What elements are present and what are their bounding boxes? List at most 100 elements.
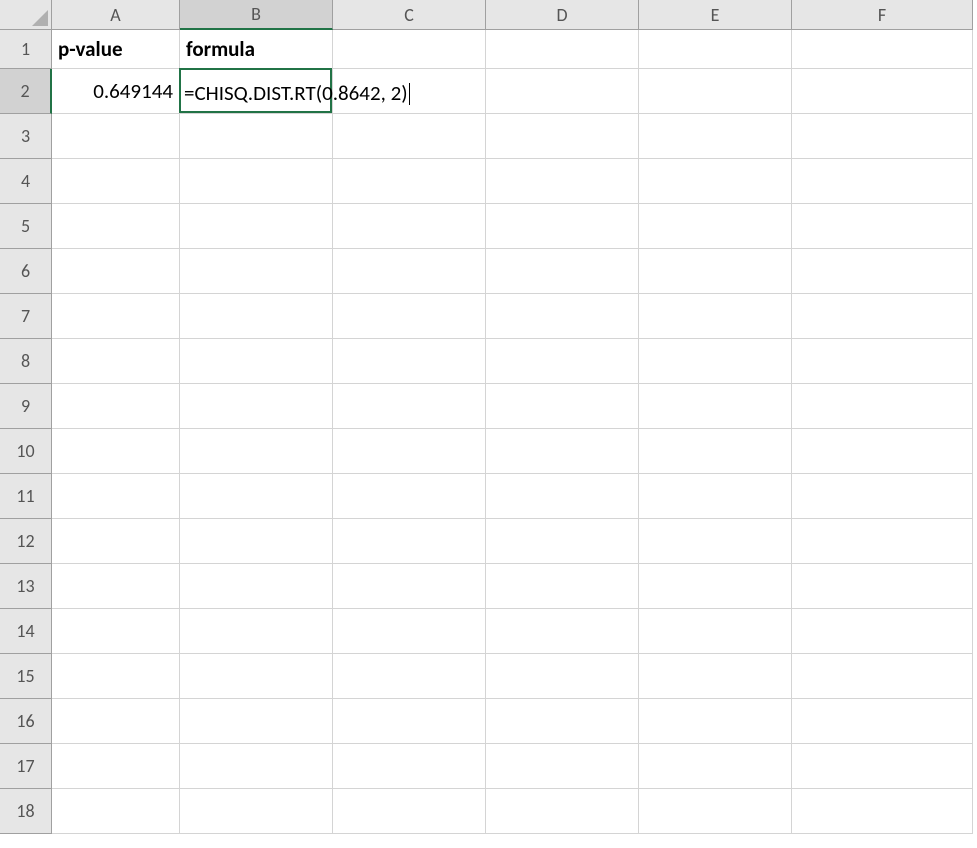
- cell-E11[interactable]: [639, 474, 792, 519]
- row-header-11[interactable]: 11: [0, 474, 52, 519]
- cell-D16[interactable]: [486, 699, 639, 744]
- cell-F5[interactable]: [792, 204, 973, 249]
- cell-D12[interactable]: [486, 519, 639, 564]
- cell-E14[interactable]: [639, 609, 792, 654]
- cell-D17[interactable]: [486, 744, 639, 789]
- cell-E10[interactable]: [639, 429, 792, 474]
- cell-E15[interactable]: [639, 654, 792, 699]
- cell-A15[interactable]: [52, 654, 180, 699]
- cell-C13[interactable]: [333, 564, 486, 609]
- cell-A18[interactable]: [52, 789, 180, 834]
- cell-F12[interactable]: [792, 519, 973, 564]
- cell-B12[interactable]: [180, 519, 333, 564]
- cell-D4[interactable]: [486, 159, 639, 204]
- cell-D7[interactable]: [486, 294, 639, 339]
- cell-F13[interactable]: [792, 564, 973, 609]
- cell-B2[interactable]: [180, 69, 333, 114]
- cell-C9[interactable]: [333, 384, 486, 429]
- cell-E16[interactable]: [639, 699, 792, 744]
- cell-C16[interactable]: [333, 699, 486, 744]
- cell-F10[interactable]: [792, 429, 973, 474]
- cell-A2[interactable]: 0.649144: [52, 69, 180, 114]
- cell-D9[interactable]: [486, 384, 639, 429]
- row-header-2[interactable]: 2: [0, 69, 52, 114]
- cell-E6[interactable]: [639, 249, 792, 294]
- cell-F18[interactable]: [792, 789, 973, 834]
- cell-C14[interactable]: [333, 609, 486, 654]
- row-header-14[interactable]: 14: [0, 609, 52, 654]
- column-header-D[interactable]: D: [486, 0, 639, 30]
- cell-F4[interactable]: [792, 159, 973, 204]
- cell-D2[interactable]: [486, 69, 639, 114]
- cell-D1[interactable]: [486, 30, 639, 69]
- cell-B3[interactable]: [180, 114, 333, 159]
- cell-E18[interactable]: [639, 789, 792, 834]
- cell-A12[interactable]: [52, 519, 180, 564]
- cell-A14[interactable]: [52, 609, 180, 654]
- cell-A13[interactable]: [52, 564, 180, 609]
- cell-D15[interactable]: [486, 654, 639, 699]
- cell-E4[interactable]: [639, 159, 792, 204]
- row-header-10[interactable]: 10: [0, 429, 52, 474]
- cell-A6[interactable]: [52, 249, 180, 294]
- cell-A16[interactable]: [52, 699, 180, 744]
- row-header-7[interactable]: 7: [0, 294, 52, 339]
- row-header-17[interactable]: 17: [0, 744, 52, 789]
- cell-C4[interactable]: [333, 159, 486, 204]
- cell-F16[interactable]: [792, 699, 973, 744]
- cell-C18[interactable]: [333, 789, 486, 834]
- cell-B18[interactable]: [180, 789, 333, 834]
- cell-D5[interactable]: [486, 204, 639, 249]
- cell-F2[interactable]: [792, 69, 973, 114]
- row-header-5[interactable]: 5: [0, 204, 52, 249]
- cell-B5[interactable]: [180, 204, 333, 249]
- cell-C12[interactable]: [333, 519, 486, 564]
- column-header-A[interactable]: A: [52, 0, 180, 30]
- row-header-4[interactable]: 4: [0, 159, 52, 204]
- cell-C2[interactable]: [333, 69, 486, 114]
- row-header-12[interactable]: 12: [0, 519, 52, 564]
- cell-B11[interactable]: [180, 474, 333, 519]
- cell-C8[interactable]: [333, 339, 486, 384]
- cell-C3[interactable]: [333, 114, 486, 159]
- cell-E7[interactable]: [639, 294, 792, 339]
- cell-B15[interactable]: [180, 654, 333, 699]
- cell-D8[interactable]: [486, 339, 639, 384]
- column-header-F[interactable]: F: [792, 0, 973, 30]
- column-header-B[interactable]: B: [180, 0, 333, 30]
- cell-F7[interactable]: [792, 294, 973, 339]
- cell-E12[interactable]: [639, 519, 792, 564]
- row-header-13[interactable]: 13: [0, 564, 52, 609]
- cell-C10[interactable]: [333, 429, 486, 474]
- row-header-9[interactable]: 9: [0, 384, 52, 429]
- cell-F3[interactable]: [792, 114, 973, 159]
- column-header-E[interactable]: E: [639, 0, 792, 30]
- cell-B16[interactable]: [180, 699, 333, 744]
- cell-E5[interactable]: [639, 204, 792, 249]
- cell-B4[interactable]: [180, 159, 333, 204]
- row-header-15[interactable]: 15: [0, 654, 52, 699]
- cell-B17[interactable]: [180, 744, 333, 789]
- cell-A3[interactable]: [52, 114, 180, 159]
- cell-B10[interactable]: [180, 429, 333, 474]
- cell-F9[interactable]: [792, 384, 973, 429]
- cell-A1[interactable]: p-value: [52, 30, 180, 69]
- cell-D11[interactable]: [486, 474, 639, 519]
- cell-E2[interactable]: [639, 69, 792, 114]
- cell-D14[interactable]: [486, 609, 639, 654]
- cell-C1[interactable]: [333, 30, 486, 69]
- cell-E17[interactable]: [639, 744, 792, 789]
- cell-F14[interactable]: [792, 609, 973, 654]
- cell-C6[interactable]: [333, 249, 486, 294]
- cell-C5[interactable]: [333, 204, 486, 249]
- row-header-18[interactable]: 18: [0, 789, 52, 834]
- cell-D6[interactable]: [486, 249, 639, 294]
- cell-C7[interactable]: [333, 294, 486, 339]
- cell-E1[interactable]: [639, 30, 792, 69]
- cell-A17[interactable]: [52, 744, 180, 789]
- cell-B1[interactable]: formula: [180, 30, 333, 69]
- row-header-6[interactable]: 6: [0, 249, 52, 294]
- cell-F17[interactable]: [792, 744, 973, 789]
- cell-D10[interactable]: [486, 429, 639, 474]
- cell-A10[interactable]: [52, 429, 180, 474]
